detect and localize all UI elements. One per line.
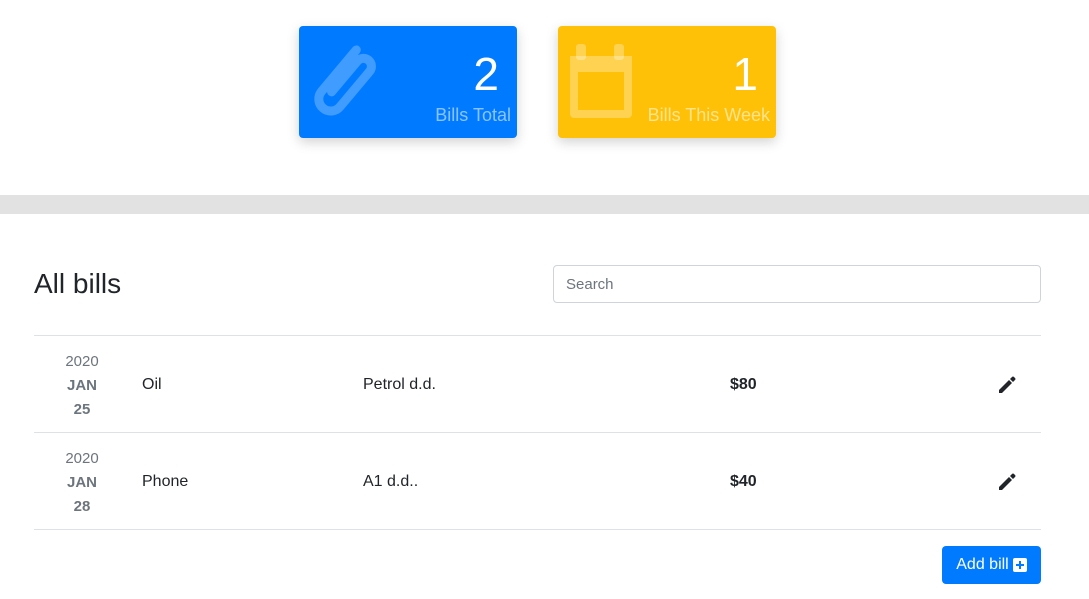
bill-day: 28 <box>73 498 91 515</box>
bill-company: A1 d.d.. <box>363 473 419 490</box>
bill-amount: $80 <box>730 376 757 393</box>
bill-date: 2020 JAN 28 <box>34 447 130 519</box>
bills-total-label: Bills Total <box>435 105 511 125</box>
table-row: 2020 JAN 28 Phone A1 d.d.. $40 <box>34 433 1041 530</box>
bills-this-week-card: 1 Bills This Week <box>558 26 776 138</box>
calendar-icon <box>570 44 632 118</box>
bills-total-card: 2 Bills Total <box>299 26 517 138</box>
bills-total-value: 2 <box>473 48 499 100</box>
plus-square-icon <box>1012 558 1027 572</box>
stats-section: 2 Bills Total 1 Bills This Week <box>0 0 1089 195</box>
search-input[interactable] <box>553 265 1041 303</box>
bill-month: JAN <box>66 377 97 394</box>
add-bill-button[interactable]: Add bill <box>942 546 1041 584</box>
bill-year: 2020 <box>65 353 99 370</box>
bill-day: 25 <box>73 401 91 418</box>
bill-amount: $40 <box>730 473 757 490</box>
pencil-icon[interactable] <box>996 471 1018 493</box>
bills-this-week-label: Bills This Week <box>647 105 770 125</box>
bill-date: 2020 JAN 25 <box>34 350 130 422</box>
page-title: All bills <box>34 268 122 299</box>
add-bill-label: Add bill <box>956 556 1009 573</box>
bills-table: 2020 JAN 25 Oil Petrol d.d. $80 2020 JAN… <box>34 335 1041 530</box>
paperclip-icon <box>314 45 376 116</box>
bill-year: 2020 <box>65 450 99 467</box>
bill-category: Phone <box>142 473 189 490</box>
table-row: 2020 JAN 25 Oil Petrol d.d. $80 <box>34 336 1041 433</box>
bills-this-week-value: 1 <box>732 48 758 100</box>
bill-category: Oil <box>142 376 162 393</box>
section-divider <box>0 195 1089 214</box>
bill-month: JAN <box>66 474 97 491</box>
pencil-icon[interactable] <box>996 374 1018 396</box>
bill-company: Petrol d.d. <box>363 376 436 393</box>
